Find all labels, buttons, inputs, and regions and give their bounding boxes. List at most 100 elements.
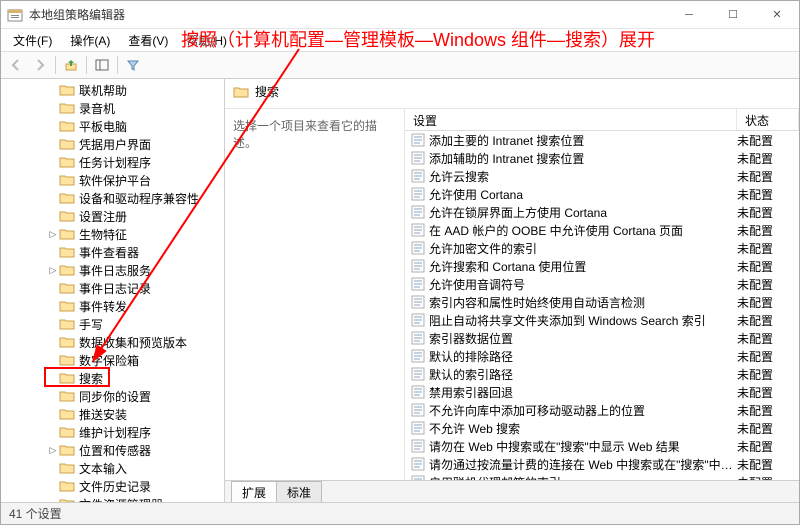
filter-button[interactable] xyxy=(122,54,144,76)
tree-item[interactable]: 搜索 xyxy=(1,369,224,387)
settings-row[interactable]: 允许加密文件的索引未配置 xyxy=(405,239,799,257)
settings-row[interactable]: 允许使用音调符号未配置 xyxy=(405,275,799,293)
setting-state: 未配置 xyxy=(737,312,799,329)
folder-icon xyxy=(59,173,75,187)
tree-item-label: 设备和驱动程序兼容性 xyxy=(79,190,199,207)
minimize-button[interactable]: ─ xyxy=(667,1,711,28)
tree-item[interactable]: 任务计划程序 xyxy=(1,153,224,171)
menu-help[interactable]: 帮助(H) xyxy=(178,30,235,51)
settings-row[interactable]: 允许在锁屏界面上方使用 Cortana未配置 xyxy=(405,203,799,221)
settings-row[interactable]: 阻止自动将共享文件夹添加到 Windows Search 索引未配置 xyxy=(405,311,799,329)
tree-item[interactable]: 平板电脑 xyxy=(1,117,224,135)
settings-row[interactable]: 允许使用 Cortana未配置 xyxy=(405,185,799,203)
settings-row[interactable]: 不允许 Web 搜索未配置 xyxy=(405,419,799,437)
setting-state: 未配置 xyxy=(737,186,799,203)
setting-icon xyxy=(411,205,425,219)
tree-item[interactable]: 同步你的设置 xyxy=(1,387,224,405)
tree-item-label: 位置和传感器 xyxy=(79,442,151,459)
setting-label: 允许使用 Cortana xyxy=(429,186,737,203)
folder-icon xyxy=(59,443,75,457)
tree-item[interactable]: 录音机 xyxy=(1,99,224,117)
settings-row[interactable]: 允许搜索和 Cortana 使用位置未配置 xyxy=(405,257,799,275)
setting-label: 添加主要的 Intranet 搜索位置 xyxy=(429,132,737,149)
titlebar: 本地组策略编辑器 ─ ☐ ✕ xyxy=(1,1,799,29)
tree-item[interactable]: 文件历史记录 xyxy=(1,477,224,495)
close-button[interactable]: ✕ xyxy=(755,1,799,28)
setting-label: 允许使用音调符号 xyxy=(429,276,737,293)
settings-row[interactable]: 默认的索引路径未配置 xyxy=(405,365,799,383)
tree-item[interactable]: ▷生物特征 xyxy=(1,225,224,243)
setting-icon xyxy=(411,385,425,399)
settings-row[interactable]: 默认的排除路径未配置 xyxy=(405,347,799,365)
tree-item-label: 平板电脑 xyxy=(79,118,127,135)
tree-item[interactable]: 推送安装 xyxy=(1,405,224,423)
up-level-button[interactable] xyxy=(60,54,82,76)
column-state[interactable]: 状态 xyxy=(737,109,799,130)
setting-icon xyxy=(411,403,425,417)
tab-extended[interactable]: 扩展 xyxy=(231,481,277,503)
tree-item[interactable]: 事件转发 xyxy=(1,297,224,315)
tree-item[interactable]: ▷ 位置和传感器 xyxy=(1,441,224,459)
settings-row[interactable]: 请勿通过按流量计费的连接在 Web 中搜索或在"搜索"中显…未配置 xyxy=(405,455,799,473)
menu-file[interactable]: 文件(F) xyxy=(5,30,60,51)
setting-state: 未配置 xyxy=(737,330,799,347)
setting-icon xyxy=(411,439,425,453)
tree-item-label: 搜索 xyxy=(79,370,103,387)
settings-row[interactable]: 添加辅助的 Intranet 搜索位置未配置 xyxy=(405,149,799,167)
maximize-button[interactable]: ☐ xyxy=(711,1,755,28)
setting-icon xyxy=(411,295,425,309)
settings-row[interactable]: 启用联机代理邮箱的索引未配置 xyxy=(405,473,799,480)
settings-row[interactable]: 索引器数据位置未配置 xyxy=(405,329,799,347)
settings-row[interactable]: 请勿在 Web 中搜索或在"搜索"中显示 Web 结果未配置 xyxy=(405,437,799,455)
setting-label: 允许加密文件的索引 xyxy=(429,240,737,257)
nav-forward-button[interactable] xyxy=(29,54,51,76)
settings-row[interactable]: 禁用索引器回退未配置 xyxy=(405,383,799,401)
tree-item[interactable]: 设置注册 xyxy=(1,207,224,225)
tree-item[interactable]: 文件资源管理器 xyxy=(1,495,224,502)
tree-expand-icon[interactable]: ▷ xyxy=(47,445,59,456)
tree-item[interactable]: 文本输入 xyxy=(1,459,224,477)
tree-item[interactable]: ▷事件日志服务 xyxy=(1,261,224,279)
tabs-footer: 扩展 标准 xyxy=(225,480,799,502)
tree-item[interactable]: 数字保险箱 xyxy=(1,351,224,369)
show-hide-tree-button[interactable] xyxy=(91,54,113,76)
tree-item-label: 凭据用户界面 xyxy=(79,136,151,153)
settings-list-body[interactable]: 添加主要的 Intranet 搜索位置未配置添加辅助的 Intranet 搜索位… xyxy=(405,131,799,480)
menu-action[interactable]: 操作(A) xyxy=(62,30,118,51)
tree-pane[interactable]: 联机帮助录音机平板电脑凭据用户界面任务计划程序软件保护平台设备和驱动程序兼容性设… xyxy=(1,79,225,502)
tab-standard[interactable]: 标准 xyxy=(276,481,322,503)
settings-row[interactable]: 允许云搜索未配置 xyxy=(405,167,799,185)
settings-row[interactable]: 添加主要的 Intranet 搜索位置未配置 xyxy=(405,131,799,149)
tree-item[interactable]: 凭据用户界面 xyxy=(1,135,224,153)
setting-icon xyxy=(411,421,425,435)
tree-item-label: 文件历史记录 xyxy=(79,478,151,495)
setting-state: 未配置 xyxy=(737,276,799,293)
menu-view[interactable]: 查看(V) xyxy=(120,30,176,51)
settings-row[interactable]: 索引内容和属性时始终使用自动语言检测未配置 xyxy=(405,293,799,311)
tree-item[interactable]: 联机帮助 xyxy=(1,81,224,99)
folder-icon xyxy=(59,371,75,385)
tree-item-label: 同步你的设置 xyxy=(79,388,151,405)
tree-item-label: 录音机 xyxy=(79,100,115,117)
column-setting[interactable]: 设置 xyxy=(405,109,737,130)
setting-state: 未配置 xyxy=(737,438,799,455)
tree-item-label: 事件日志记录 xyxy=(79,280,151,297)
tree-expand-icon[interactable]: ▷ xyxy=(47,265,59,276)
nav-back-button[interactable] xyxy=(5,54,27,76)
tree-item[interactable]: 软件保护平台 xyxy=(1,171,224,189)
setting-icon xyxy=(411,169,425,183)
setting-label: 索引内容和属性时始终使用自动语言检测 xyxy=(429,294,737,311)
tree-item-label: 设置注册 xyxy=(79,208,127,225)
settings-row[interactable]: 不允许向库中添加可移动驱动器上的位置未配置 xyxy=(405,401,799,419)
setting-label: 不允许向库中添加可移动驱动器上的位置 xyxy=(429,402,737,419)
tree-item[interactable]: 事件查看器 xyxy=(1,243,224,261)
tree-item[interactable]: 手写 xyxy=(1,315,224,333)
setting-label: 默认的排除路径 xyxy=(429,348,737,365)
tree-item[interactable]: 设备和驱动程序兼容性 xyxy=(1,189,224,207)
tree-item[interactable]: 数据收集和预览版本 xyxy=(1,333,224,351)
tree-expand-icon[interactable]: ▷ xyxy=(47,229,59,240)
tree-item[interactable]: 维护计划程序 xyxy=(1,423,224,441)
tree-item[interactable]: 事件日志记录 xyxy=(1,279,224,297)
settings-row[interactable]: 在 AAD 帐户的 OOBE 中允许使用 Cortana 页面未配置 xyxy=(405,221,799,239)
tree-item-label: 数据收集和预览版本 xyxy=(79,334,187,351)
